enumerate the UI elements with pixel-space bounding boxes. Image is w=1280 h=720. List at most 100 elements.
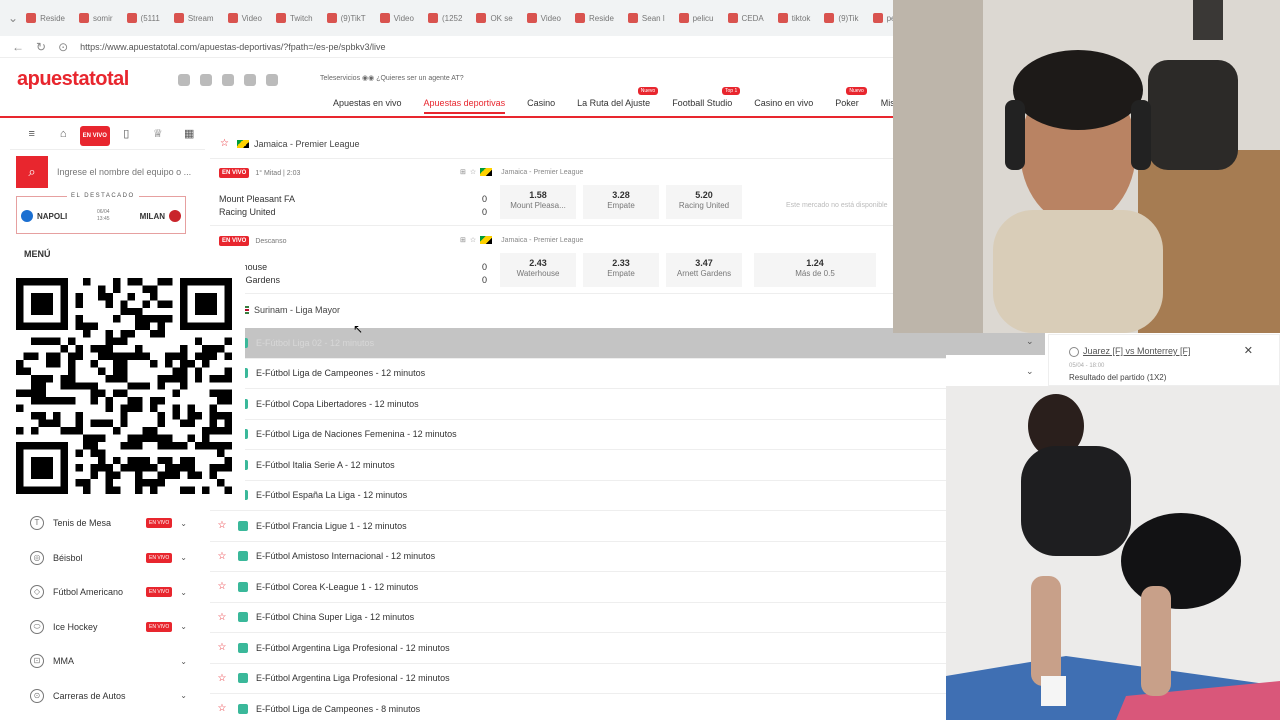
apuestatotal-logo[interactable]: apuestatotal <box>17 68 129 91</box>
chevron-down-icon[interactable]: ⌄ <box>180 588 187 597</box>
efutbol-league-row[interactable]: ☆ E-Fútbol China Super Liga - 12 minutos <box>210 603 946 633</box>
x-icon[interactable] <box>244 74 256 86</box>
chevron-down-icon[interactable]: ⌄ <box>180 519 187 528</box>
efutbol-league-row[interactable]: ☆ E-Fútbol Argentina Liga Profesional - 1… <box>210 664 946 694</box>
tab-list-chevron-icon[interactable]: ⌄ <box>8 11 18 25</box>
odd-button-away[interactable]: 5.20 Racing United <box>666 185 742 219</box>
efutbol-league-row[interactable]: ☆E-Fútbol Italia Serie A - 12 minutos <box>210 450 946 481</box>
favorite-star-icon[interactable]: ☆ <box>210 581 238 592</box>
efutbol-league-row[interactable]: ☆E-Fútbol España La Liga - 12 minutos <box>210 481 946 511</box>
featured-match-card[interactable]: EL DESTACADO NAPOLI 06/04 13:45 MILAN <box>16 193 186 234</box>
odd-button-home[interactable]: 2.43 Waterhouse <box>500 253 576 287</box>
browser-tab[interactable]: Reside <box>20 6 71 30</box>
favorite-star-icon[interactable]: ☆ <box>470 168 476 176</box>
browser-tab[interactable]: somir <box>73 6 119 30</box>
odd-button-away[interactable]: 3.47 Arnett Gardens <box>666 253 742 287</box>
nav-item[interactable]: La Ruta del Ajuste Nuevo <box>577 87 659 114</box>
trophy-icon[interactable]: ♕ <box>142 127 174 140</box>
nav-item[interactable]: Football Studio Top 1 <box>672 87 741 114</box>
browser-tab[interactable]: Reside <box>569 6 620 30</box>
calculator-icon[interactable]: ▦ <box>174 127 206 140</box>
favorite-star-icon[interactable]: ☆ <box>220 138 229 149</box>
odd-button-draw[interactable]: 3.28 Empate <box>583 185 659 219</box>
nav-item[interactable]: Apuestas deportivas <box>423 98 506 114</box>
efutbol-league-row[interactable]: ☆ E-Fútbol Liga de Campeones - 8 minutos <box>210 694 946 720</box>
back-arrow-icon[interactable]: ← <box>12 40 24 54</box>
event-row-2[interactable]: EN VIVO Descanso ⊞ ☆ Jamaica - Premier L… <box>210 230 893 294</box>
chevron-down-icon[interactable]: ⌄ <box>1026 336 1034 347</box>
sport-item[interactable]: ◇ Fútbol Americano EN VIVO ⌄ <box>10 575 205 610</box>
stats-icon[interactable]: ⊞ <box>460 236 466 244</box>
browser-tab[interactable]: Twitch <box>270 6 319 30</box>
teleservicios-info[interactable]: Teleservicios ◉◉ ¿Quieres ser un agente … <box>320 74 464 82</box>
efutbol-league-row[interactable]: ☆E-Fútbol Liga de Naciones Femenina - 12… <box>210 420 946 450</box>
nav-item[interactable]: Casino en vivo <box>754 98 813 114</box>
browser-tab[interactable]: (1252 <box>422 6 468 30</box>
nav-item[interactable]: Apuestas en vivo <box>333 98 402 114</box>
sport-item[interactable]: ◎ Béisbol EN VIVO ⌄ <box>10 541 205 576</box>
browser-tab[interactable]: Sean l <box>622 6 671 30</box>
chevron-down-icon[interactable]: ⌄ <box>1026 366 1034 377</box>
efutbol-league-row[interactable]: ☆E-Fútbol Copa Libertadores - 12 minutos <box>210 389 946 420</box>
chevron-down-icon[interactable]: ⌄ <box>180 622 187 631</box>
search-input[interactable] <box>48 167 198 177</box>
chevron-down-icon[interactable]: ⌄ <box>180 553 187 562</box>
favorite-star-icon[interactable]: ☆ <box>210 612 238 623</box>
sport-item[interactable]: ⬭ Ice Hockey EN VIVO ⌄ <box>10 610 205 645</box>
browser-tab[interactable]: Video <box>521 6 567 30</box>
browser-tab[interactable]: Stream <box>168 6 220 30</box>
nav-item[interactable]: Poker Nuevo <box>835 87 867 114</box>
home-icon[interactable]: ⌂ <box>48 128 80 140</box>
nav-item[interactable]: Casino <box>527 98 555 114</box>
chevron-down-icon[interactable]: ⌄ <box>180 657 187 666</box>
document-icon[interactable]: ▯ <box>111 127 143 140</box>
envivo-button[interactable]: EN VIVO <box>79 125 110 146</box>
league-header-jamaica[interactable]: ☆ Jamaica - Premier League <box>210 129 893 159</box>
odd-button-draw[interactable]: 2.33 Empate <box>583 253 659 287</box>
browser-tab[interactable]: Video <box>374 6 420 30</box>
favorite-star-icon[interactable]: ☆ <box>210 520 238 531</box>
efutbol-league-row[interactable]: ☆E-Fútbol Liga 02 - 12 minutos <box>210 328 946 359</box>
bet-slip-match[interactable]: Juarez [F] vs Monterrey [F] <box>1083 346 1191 356</box>
instagram-icon[interactable] <box>178 74 190 86</box>
agent-question[interactable]: ¿Quieres ser un agente AT? <box>376 75 463 82</box>
search-button[interactable]: ⌕ <box>16 156 48 188</box>
sport-item[interactable]: ⊡ MMA ⌄ <box>10 644 205 679</box>
browser-tab[interactable]: (5111 <box>121 6 166 30</box>
efutbol-league-row[interactable]: ☆E-Fútbol Liga de Campeones - 12 minutos <box>210 359 946 389</box>
favorite-star-icon[interactable]: ☆ <box>210 642 238 653</box>
browser-tab[interactable]: CEDA <box>722 6 770 30</box>
hamburger-menu-icon[interactable]: ≡ <box>16 128 48 140</box>
event-row-1[interactable]: EN VIVO 1° Mitad | 2:03 ⊞ ☆ Jamaica - Pr… <box>210 162 893 226</box>
efutbol-league-row[interactable]: ☆ E-Fútbol Francia Ligue 1 - 12 minutos <box>210 511 946 542</box>
browser-tab[interactable]: pelicu <box>867 6 893 30</box>
tiktok-icon[interactable] <box>222 74 234 86</box>
efutbol-league-row[interactable]: ☆ E-Fútbol Argentina Liga Profesional - 1… <box>210 633 946 664</box>
league-header-surinam[interactable]: ☆ Surinam - Liga Mayor <box>210 295 893 325</box>
browser-tab[interactable]: tiktok <box>772 6 817 30</box>
browser-tab[interactable]: (9)Tik <box>818 6 864 30</box>
browser-tab[interactable]: pelicu <box>673 6 720 30</box>
chevron-down-icon[interactable]: ⌄ <box>180 691 187 700</box>
efutbol-league-row[interactable]: ☆ E-Fútbol Corea K-League 1 - 12 minutos <box>210 572 946 603</box>
favorite-star-icon[interactable]: ☆ <box>210 673 238 684</box>
close-icon[interactable]: ✕ <box>1244 344 1253 357</box>
bet-slip-card[interactable]: Juarez [F] vs Monterrey [F] ✕ 05/04 - 18… <box>1048 334 1280 386</box>
youtube-icon[interactable] <box>266 74 278 86</box>
favorite-star-icon[interactable]: ☆ <box>470 236 476 244</box>
browser-tab[interactable]: OK se <box>470 6 518 30</box>
favorite-star-icon[interactable]: ☆ <box>210 551 238 562</box>
stats-icon[interactable]: ⊞ <box>460 168 466 176</box>
facebook-icon[interactable] <box>200 74 212 86</box>
reload-icon[interactable]: ↻ <box>36 40 46 54</box>
favorite-star-icon[interactable]: ☆ <box>210 703 238 714</box>
browser-tab[interactable]: (9)TikT <box>321 6 372 30</box>
url-field[interactable]: https://www.apuestatotal.com/apuestas-de… <box>80 42 385 52</box>
efutbol-league-row[interactable]: ☆ E-Fútbol Amistoso Internacional - 12 mi… <box>210 542 946 572</box>
odd-button-home[interactable]: 1.58 Mount Pleasa... <box>500 185 576 219</box>
sport-item[interactable]: ⊙ Carreras de Autos ⌄ <box>10 679 205 714</box>
sport-item[interactable]: T Tenis de Mesa EN VIVO ⌄ <box>10 506 205 541</box>
browser-tab[interactable]: Video <box>222 6 268 30</box>
odd-button-over[interactable]: 1.24 Más de 0.5 <box>754 253 876 287</box>
site-info-icon[interactable]: ⊙ <box>58 40 68 54</box>
